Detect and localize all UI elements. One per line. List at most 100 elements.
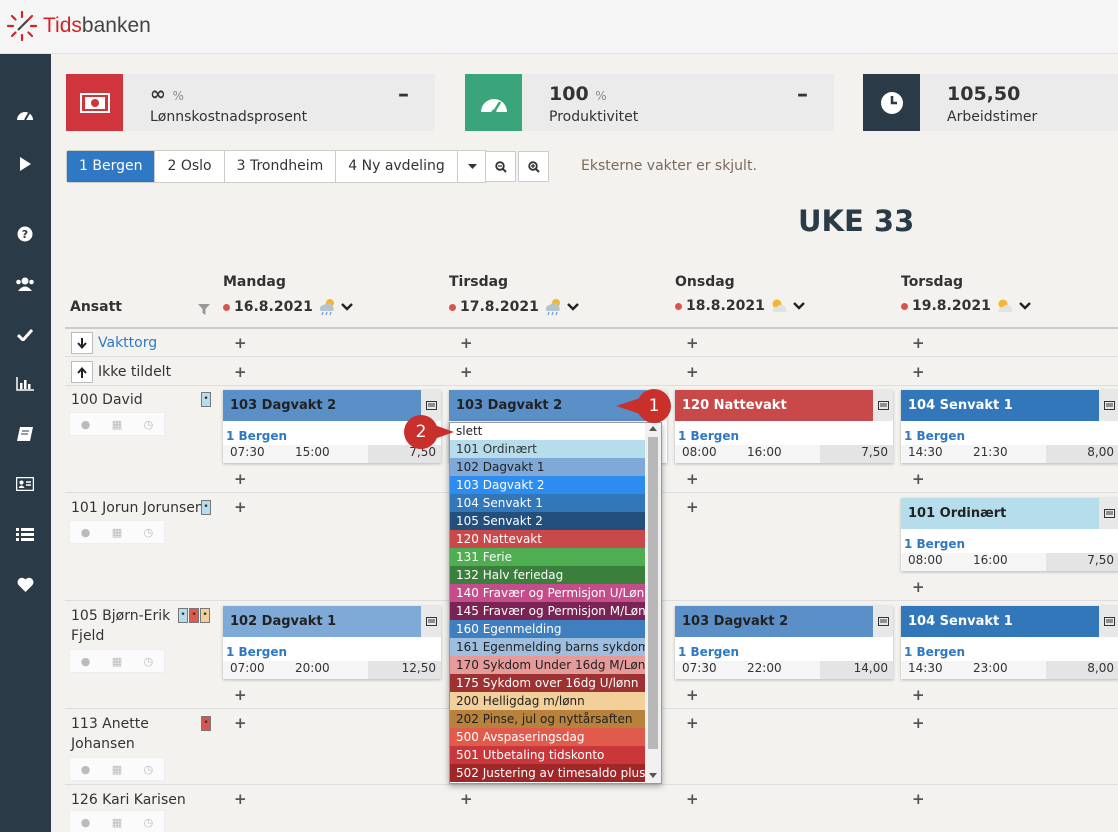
menu-icon[interactable] xyxy=(873,390,893,421)
dropdown-item[interactable]: 103 Dagvakt 2 xyxy=(450,476,645,494)
person-icon[interactable]: ● xyxy=(81,418,91,431)
add-shift-plus[interactable]: + xyxy=(912,714,925,732)
add-shift-plus[interactable]: + xyxy=(912,363,925,381)
tab-oslo[interactable]: 2 Oslo xyxy=(155,151,225,182)
shift-card[interactable]: 104 Senvakt 1 1 Bergen 14:30 23:00 8,00 xyxy=(901,606,1118,679)
clock-small-icon[interactable]: ◷ xyxy=(144,763,154,776)
play-icon[interactable] xyxy=(12,154,38,174)
add-shift-plus[interactable]: + xyxy=(686,363,699,381)
scrollbar-thumb[interactable] xyxy=(648,437,658,749)
add-shift-plus[interactable]: + xyxy=(460,334,473,352)
shift-type-dropdown[interactable]: slett 101 Ordinært 102 Dagvakt 1 103 Dagva… xyxy=(449,422,662,784)
dropdown-item[interactable]: 200 Helligdag m/lønn xyxy=(450,692,645,710)
book-icon[interactable] xyxy=(12,424,38,444)
add-shift-plus[interactable]: + xyxy=(912,334,925,352)
dropdown-item[interactable]: 145 Fravær og Permisjon M/Lønn xyxy=(450,602,645,620)
vakttorg-down-button[interactable] xyxy=(71,332,93,354)
calendar-icon[interactable]: ▦ xyxy=(112,526,122,539)
person-icon[interactable]: ● xyxy=(81,526,91,539)
dropdown-item[interactable]: 502 Justering av timesaldo pluss xyxy=(450,764,645,782)
dropdown-item[interactable]: 202 Pinse, jul og nyttårsaften xyxy=(450,710,645,728)
add-shift-plus[interactable]: + xyxy=(460,363,473,381)
person-icon[interactable]: ● xyxy=(81,816,91,829)
scroll-down-icon[interactable] xyxy=(649,773,657,778)
dropdown-item[interactable]: 161 Egenmelding barns sykdom xyxy=(450,638,645,656)
add-shift-plus[interactable]: + xyxy=(234,498,247,516)
zoom-out-button[interactable] xyxy=(485,151,516,182)
menu-icon[interactable] xyxy=(421,606,441,637)
users-icon[interactable] xyxy=(12,274,38,294)
employee-name[interactable]: 113 Anette Johansen xyxy=(71,714,171,754)
clock-small-icon[interactable]: ◷ xyxy=(144,418,154,431)
add-shift-plus[interactable]: + xyxy=(234,334,247,352)
tabs-dropdown-button[interactable] xyxy=(458,151,487,182)
add-shift-plus[interactable]: + xyxy=(686,470,699,488)
clock-small-icon[interactable]: ◷ xyxy=(144,655,154,668)
add-shift-plus[interactable]: + xyxy=(686,686,699,704)
dropdown-item[interactable]: 131 Ferie xyxy=(450,548,645,566)
add-shift-plus[interactable]: + xyxy=(234,363,247,381)
dropdown-item[interactable]: 105 Senvakt 2 xyxy=(450,512,645,530)
menu-icon[interactable] xyxy=(1099,606,1118,637)
shift-card[interactable]: 104 Senvakt 1 1 Bergen 14:30 21:30 8,00 xyxy=(901,390,1118,463)
calendar-icon[interactable]: ▦ xyxy=(112,418,122,431)
add-shift-plus[interactable]: + xyxy=(234,470,247,488)
dropdown-item[interactable]: 140 Fravær og Permisjon U/Lønn xyxy=(450,584,645,602)
calendar-icon[interactable]: ▦ xyxy=(112,816,122,829)
calendar-icon[interactable]: ▦ xyxy=(112,655,122,668)
menu-icon[interactable] xyxy=(873,606,893,637)
dropdown-item[interactable]: 102 Dagvakt 1 xyxy=(450,458,645,476)
chevron-down-icon[interactable] xyxy=(340,303,353,311)
add-shift-plus[interactable]: + xyxy=(686,498,699,516)
add-shift-plus[interactable]: + xyxy=(912,686,925,704)
dropdown-item[interactable]: 132 Halv feriedag xyxy=(450,566,645,584)
add-shift-plus[interactable]: + xyxy=(686,714,699,732)
shift-card[interactable]: 103 Dagvakt 2 1 Bergen 07:30 22:00 14,00 xyxy=(675,606,893,679)
person-icon[interactable]: ● xyxy=(81,763,91,776)
dropdown-item[interactable]: 170 Sykdom Under 16dg M/Lønn xyxy=(450,656,645,674)
chart-icon[interactable] xyxy=(12,374,38,394)
dashboard-icon[interactable] xyxy=(12,104,38,124)
add-shift-plus[interactable]: + xyxy=(234,790,247,808)
heart-icon[interactable] xyxy=(12,574,38,594)
clock-small-icon[interactable]: ◷ xyxy=(144,816,154,829)
menu-icon[interactable] xyxy=(1099,390,1118,421)
add-shift-plus[interactable]: + xyxy=(234,714,247,732)
add-shift-plus[interactable]: + xyxy=(912,578,925,596)
clock-small-icon[interactable]: ◷ xyxy=(144,526,154,539)
id-card-icon[interactable] xyxy=(12,474,38,494)
check-icon[interactable] xyxy=(12,324,38,344)
dropdown-item[interactable]: 101 Ordinært xyxy=(450,440,645,458)
tab-bergen[interactable]: 1 Bergen xyxy=(67,151,156,182)
dropdown-item[interactable]: 104 Senvakt 1 xyxy=(450,494,645,512)
scroll-up-icon[interactable] xyxy=(649,426,657,431)
dropdown-item[interactable]: 175 Sykdom over 16dg U/lønn xyxy=(450,674,645,692)
tab-ny-avdeling[interactable]: 4 Ny avdeling xyxy=(336,151,458,182)
add-shift-plus[interactable]: + xyxy=(234,686,247,704)
employee-name[interactable]: 101 Jorun Jorunsen xyxy=(71,498,211,518)
dropdown-item[interactable]: 160 Egenmelding xyxy=(450,620,645,638)
add-shift-plus[interactable]: + xyxy=(912,470,925,488)
chevron-down-icon[interactable] xyxy=(792,302,805,310)
ikke-tildelt-up-button[interactable] xyxy=(71,361,93,383)
dropdown-item[interactable]: 501 Utbetaling tidskonto xyxy=(450,746,645,764)
add-shift-plus[interactable]: + xyxy=(460,790,473,808)
employee-name[interactable]: 105 Bjørn-Erik Fjeld xyxy=(71,606,176,646)
shift-card[interactable]: 102 Dagvakt 1 1 Bergen 07:00 20:00 12,50 xyxy=(223,606,441,679)
tab-trondheim[interactable]: 3 Trondheim xyxy=(225,151,337,182)
shift-card[interactable]: 101 Ordinært 1 Bergen 08:00 16:00 7,50 xyxy=(901,498,1118,571)
shift-card[interactable]: 120 Nattevakt 1 Bergen 08:00 16:00 7,50 xyxy=(675,390,893,463)
logo[interactable]: Tidsbanken xyxy=(6,10,151,42)
add-shift-plus[interactable]: + xyxy=(912,790,925,808)
calendar-icon[interactable]: ▦ xyxy=(112,763,122,776)
dropdown-item[interactable]: 120 Nattevakt xyxy=(450,530,645,548)
dropdown-item[interactable]: 500 Avspaseringsdag xyxy=(450,728,645,746)
vakttorg-link[interactable]: Vakttorg xyxy=(98,335,157,351)
list-icon[interactable] xyxy=(12,524,38,544)
zoom-in-button[interactable] xyxy=(518,151,549,182)
filter-icon[interactable] xyxy=(198,304,210,315)
add-shift-plus[interactable]: + xyxy=(686,334,699,352)
chevron-down-icon[interactable] xyxy=(1018,302,1031,310)
add-shift-plus[interactable]: + xyxy=(686,790,699,808)
employee-name[interactable]: 126 Kari Karisen xyxy=(71,790,211,810)
